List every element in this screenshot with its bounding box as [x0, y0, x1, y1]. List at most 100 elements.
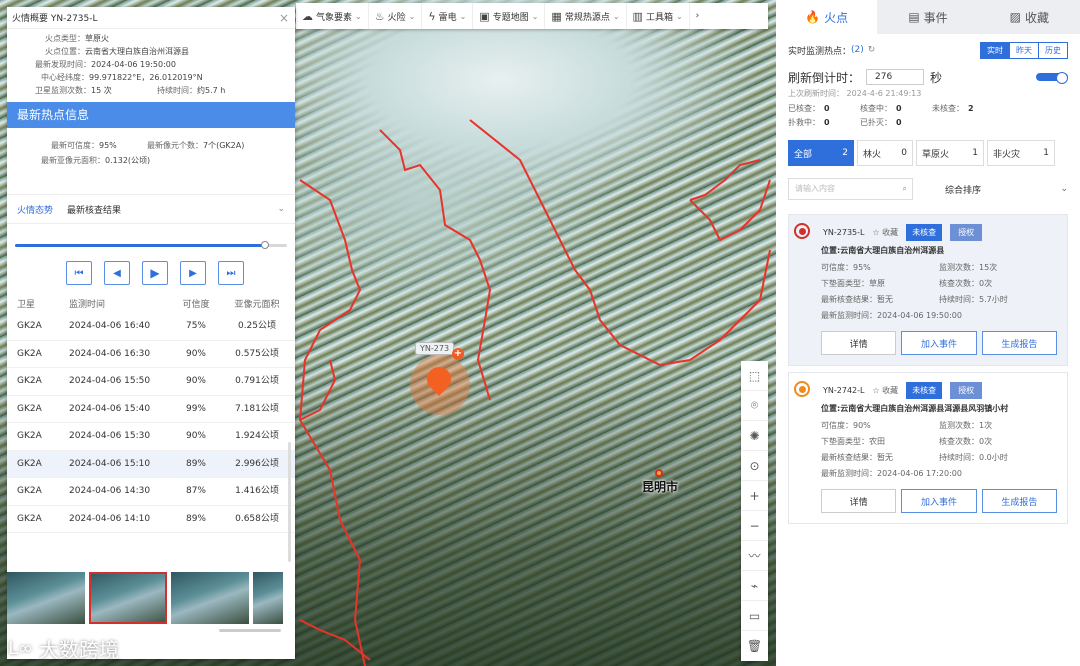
trash-icon[interactable]: 🗑: [741, 631, 768, 661]
refresh-icon[interactable]: ↻: [868, 45, 876, 55]
tab-fire-points[interactable]: 🔥 火点: [776, 0, 878, 34]
fire-card[interactable]: YN-2735-L ☆ 收藏 未核查 授权 位置:云南省大理白族自治州洱源县 可…: [788, 214, 1068, 366]
right-body: 实时监测热点： (2) ↻ 实时 昨天 历史 刷新倒计时： 276 秒 上次刷新…: [776, 34, 1080, 666]
table-row[interactable]: GK2A 2024-04-06 14:30 87% 1.416公顷: [7, 478, 295, 506]
chevron-down-icon[interactable]: ⌄: [1060, 184, 1068, 194]
fire-marker[interactable]: YN-273 +: [405, 342, 475, 415]
fire-attributes: 可信度：95% 监测次数：15次 下垫面类型：草原 核查次数：0次 最新核查结果…: [821, 263, 1008, 320]
filter-all[interactable]: 全部 2: [788, 140, 854, 166]
seg-history[interactable]: 历史: [1038, 41, 1068, 59]
timeline-slider[interactable]: [15, 241, 287, 249]
status-badge[interactable]: 未核查: [906, 223, 943, 241]
fire-detail-panel: 火情概要 YN-2735-L × 火点类型： 草原火 火点位置： 云南省大理白族自治…: [7, 7, 295, 659]
details-button[interactable]: 详情: [821, 489, 897, 513]
filter-grassland[interactable]: 草原火 1: [916, 140, 984, 166]
toolbar-toolbox[interactable]: ▥ 工具箱 ⌄: [627, 3, 690, 29]
fire-location: 位置:云南省大理白族自治州洱源县: [821, 246, 945, 255]
authorize-button[interactable]: 授权: [950, 223, 983, 241]
realtime-row: 实时监测热点： (2) ↻ 实时 昨天 历史: [788, 34, 1068, 66]
add-event-button[interactable]: 加入事件: [901, 331, 977, 355]
lightning-icon: ϟ: [428, 9, 436, 23]
play-button[interactable]: ▶: [142, 261, 168, 285]
table-row[interactable]: GK2A 2024-04-06 14:10 89% 0.658公顷: [7, 506, 295, 533]
countdown-field[interactable]: 276: [866, 69, 925, 85]
chevron-down-icon: ⌄: [459, 11, 467, 21]
add-event-button[interactable]: 加入事件: [901, 489, 977, 513]
table-row[interactable]: GK2A 2024-04-06 16:40 75% 0.25公顷: [7, 313, 295, 341]
right-tabs: 🔥 火点 ▤ 事件 ▨ 收藏: [776, 0, 1080, 34]
auto-refresh-toggle[interactable]: [1036, 72, 1068, 84]
type-filters: 全部 2 林火 0 草原火 1 非火灾 1: [788, 140, 1068, 166]
chevron-down-icon: ⌄: [612, 11, 620, 21]
timeline-fill: [15, 244, 266, 247]
table-header: 卫星 监测时间 可信度 亚像元面积: [17, 300, 280, 310]
status-badge[interactable]: 未核查: [906, 381, 943, 399]
seg-yesterday[interactable]: 昨天: [1009, 41, 1039, 59]
tab-favorites[interactable]: ▨ 收藏: [979, 0, 1080, 34]
tab-fire-trend[interactable]: 火情态势: [17, 203, 53, 216]
table-row[interactable]: GK2A 2024-04-06 15:50 90% 0.791公顷: [7, 368, 295, 396]
table-row[interactable]: GK2A 2024-04-06 15:40 99% 7.181公顷: [7, 396, 295, 423]
box-select-icon[interactable]: ⬚: [741, 361, 768, 391]
fire-card[interactable]: YN-2742-L ☆ 收藏 未核查 授权 位置:云南省大理白族自治州洱源县洱源…: [788, 372, 1068, 524]
toolbar-weather[interactable]: ☁ 气象要素 ⌄: [296, 3, 369, 29]
toolbar-heat-sources[interactable]: ▦ 常规热源点 ⌄: [545, 3, 627, 29]
tab-events[interactable]: ▤ 事件: [877, 0, 978, 34]
card-actions: 详情 加入事件 生成报告: [821, 489, 1057, 513]
tab-latest-check[interactable]: 最新核查结果: [67, 203, 121, 216]
step-forward-button[interactable]: ▶: [180, 261, 206, 285]
toolbar-lightning[interactable]: ϟ 雷电 ⌄: [422, 3, 474, 29]
table-row-selected[interactable]: GK2A 2024-04-06 15:10 89% 2.996公顷: [7, 450, 295, 478]
chevron-down-icon: ⌄: [675, 11, 683, 21]
seg-realtime[interactable]: 实时: [980, 41, 1010, 59]
toolbar-more[interactable]: ›: [690, 3, 706, 29]
fire-tag: YN-273: [415, 342, 455, 355]
authorize-button[interactable]: 授权: [950, 381, 983, 399]
skip-end-button[interactable]: ⏭: [218, 261, 244, 285]
sort-select[interactable]: 综合排序: [945, 183, 981, 196]
generate-report-button[interactable]: 生成报告: [981, 331, 1057, 355]
chevron-down-icon: ⌄: [408, 11, 416, 21]
expand-icon[interactable]: +: [452, 348, 464, 360]
ruler-icon[interactable]: ⌁: [741, 571, 768, 601]
zoom-in-icon[interactable]: +: [741, 481, 768, 511]
table-row[interactable]: GK2A 2024-04-06 15:30 90% 1.924公顷: [7, 423, 295, 451]
locate-icon[interactable]: ⊙: [741, 451, 768, 481]
step-back-button[interactable]: ◀: [104, 261, 130, 285]
search-icon: ⌕: [902, 184, 907, 193]
details-button[interactable]: 详情: [821, 331, 897, 355]
search-input[interactable]: 请输入内容 ⌕: [788, 178, 913, 200]
location-pin-icon[interactable]: ⌾: [741, 391, 768, 421]
satellite-icon[interactable]: ✺: [741, 421, 768, 451]
latest-hotspot-info: 最新可信度：95% 最新像元个数：7个(GK2A) 最新亚像元面积：0.132(公…: [41, 141, 245, 165]
thumbnail[interactable]: [253, 572, 283, 624]
thumbnail[interactable]: [7, 572, 85, 624]
timeline-handle[interactable]: [261, 241, 270, 249]
toolbar-thematic-map[interactable]: ▣ 专题地图 ⌄: [473, 3, 546, 29]
favorite-button[interactable]: ☆ 收藏: [872, 227, 898, 238]
favorite-button[interactable]: ☆ 收藏: [872, 385, 898, 396]
measure-line-icon[interactable]: 〰: [741, 541, 768, 571]
filter-non-fire[interactable]: 非火灾 1: [987, 140, 1055, 166]
thumbnail[interactable]: [171, 572, 249, 624]
rectangle-icon[interactable]: ▭: [741, 601, 768, 631]
filter-forest[interactable]: 林火 0: [857, 140, 913, 166]
toolbar-fire-risk[interactable]: ♨ 火险 ⌄: [369, 3, 423, 29]
skip-start-button[interactable]: ⏮: [66, 261, 92, 285]
radio-icon[interactable]: [794, 381, 810, 397]
table-scrollbar[interactable]: [288, 442, 291, 562]
thumbnail-selected[interactable]: [89, 572, 167, 624]
table-row[interactable]: GK2A 2024-04-06 16:30 90% 0.575公顷: [7, 341, 295, 368]
fire-location: 位置:云南省大理白族自治州洱源县洱源县风羽镇小村: [821, 404, 1009, 413]
thumbnail-scrollbar[interactable]: [219, 629, 281, 632]
close-icon[interactable]: ×: [279, 11, 289, 25]
countdown-row: 刷新倒计时： 276 秒: [788, 66, 1068, 88]
fire-list-panel: 🔥 火点 ▤ 事件 ▨ 收藏 实时监测热点： (2) ↻ 实时 昨天 历史 刷新倒计时…: [776, 0, 1080, 666]
chevron-down-icon[interactable]: ⌄: [277, 204, 285, 214]
radio-selected-icon[interactable]: [794, 223, 810, 239]
zoom-out-icon[interactable]: −: [741, 511, 768, 541]
map-tools: ⬚ ⌾ ✺ ⊙ + − 〰 ⌁ ▭ 🗑: [741, 361, 768, 661]
generate-report-button[interactable]: 生成报告: [981, 489, 1057, 513]
watermark: ᒪ∞ 大数跨境: [8, 638, 120, 662]
watermark-logo-icon: ᒪ∞: [8, 638, 34, 659]
